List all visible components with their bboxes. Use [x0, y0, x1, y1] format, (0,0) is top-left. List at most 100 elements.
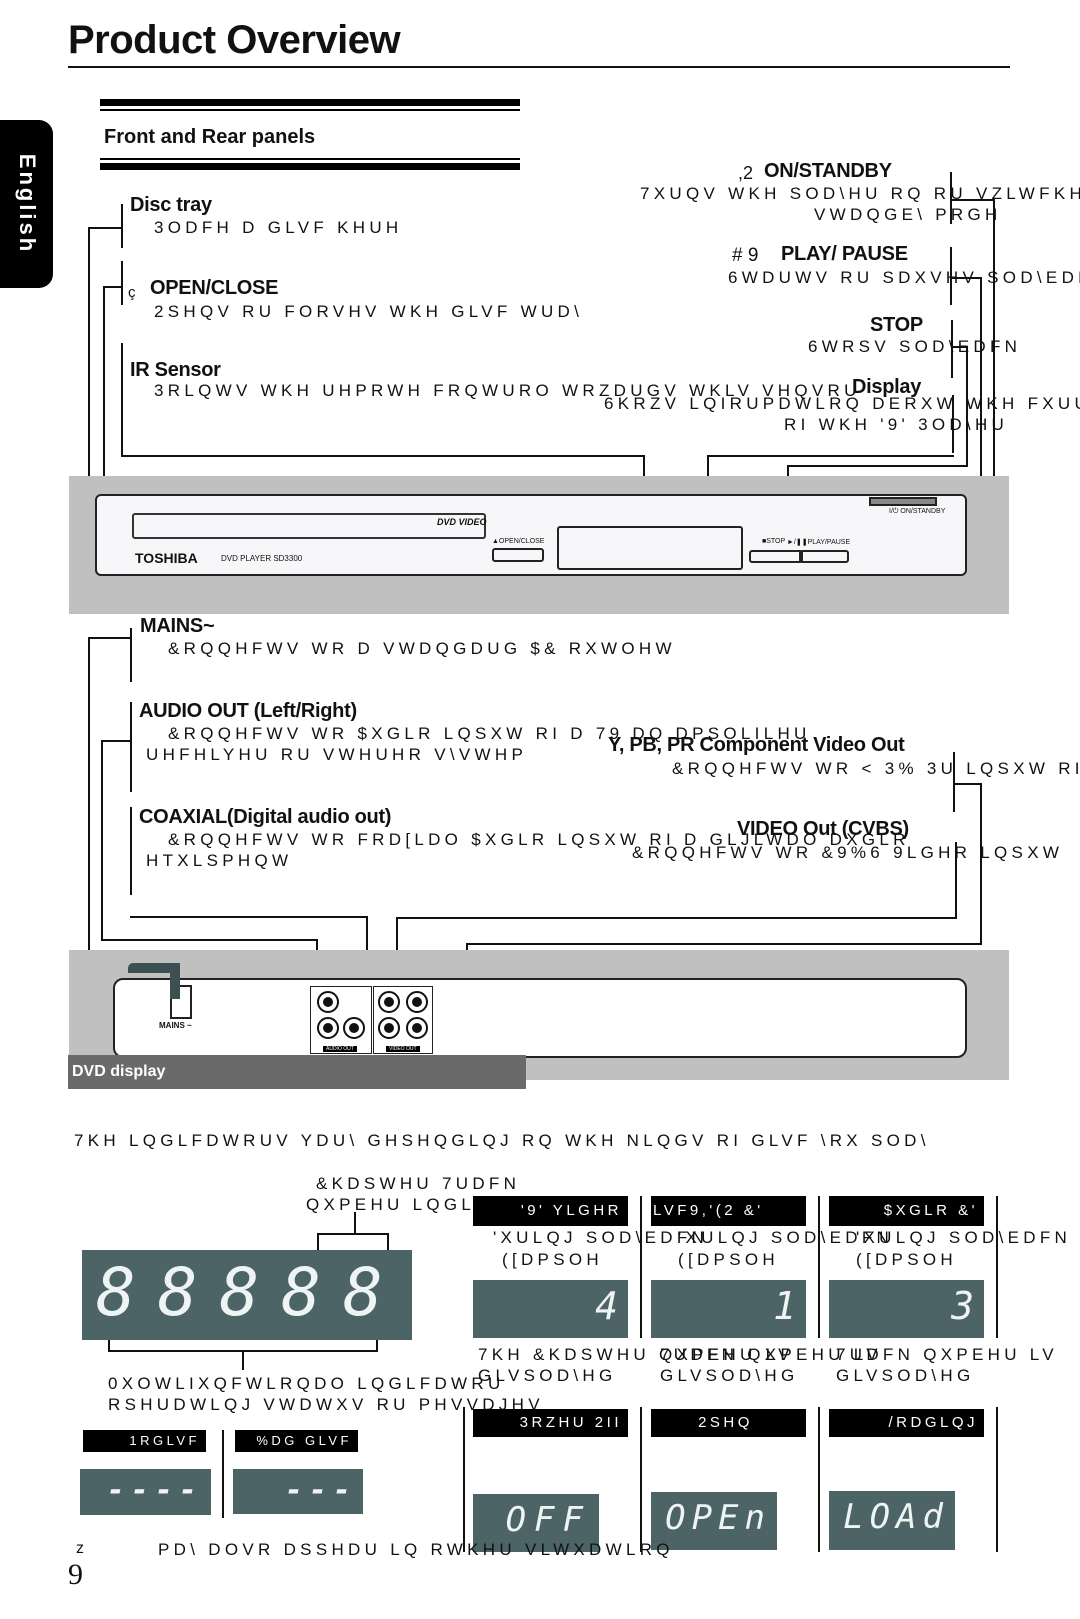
video-out-label: VIDEO OUT	[386, 1046, 420, 1052]
example-lcd-digits: 1	[773, 1284, 796, 1328]
divider	[222, 1430, 224, 1518]
callout-desc: VWDQGE\ PRGH	[814, 205, 1002, 224]
audio-out-group: AUDIO OUT	[310, 986, 372, 1054]
leader-line	[88, 637, 131, 639]
example-tag: '9' YLGHR	[473, 1196, 628, 1226]
divider	[463, 1407, 465, 1552]
video-jack[interactable]	[378, 991, 400, 1013]
callout-label: Disc tray	[130, 194, 212, 216]
bracket-line	[951, 320, 953, 378]
bracket-line	[317, 1233, 389, 1235]
multifunction-label: 0XOWLIXQFWLRQDO LQGLFDWRU	[108, 1374, 505, 1393]
play-pause-label: ►/❚❚PLAY/PAUSE	[787, 539, 851, 546]
status-lcd-digits: OPEn	[665, 1498, 771, 1538]
open-close-label: ▲OPEN/CLOSE	[492, 538, 545, 545]
leader-line	[993, 199, 995, 507]
language-tab: English	[0, 120, 53, 288]
callout-desc: 2SHQV RU FORVHV WKH GLVF WUD\	[154, 302, 584, 321]
example-note: GLVSOD\HG	[836, 1366, 975, 1385]
mains-label: MAINS ~	[159, 1021, 192, 1030]
leader-line	[130, 916, 368, 918]
leader-line	[396, 917, 957, 919]
callout-label: PLAY/ PAUSE	[781, 243, 908, 265]
leader-line	[707, 455, 954, 457]
divider	[996, 1407, 998, 1552]
leader-line	[951, 346, 967, 348]
callout-desc: RI WKH '9' 3OD\HU	[784, 415, 1009, 434]
status-lcd-digits: ----	[106, 1473, 203, 1508]
callout-desc: &RQQHFWV WR D VWDQGDUG $& RXWOHW	[168, 639, 676, 658]
section-top-bars	[100, 99, 520, 111]
callout-desc: HTXLSPHQW	[146, 851, 293, 870]
rear-panel: MAINS ~ AUDIO OUT VIDEO OUT	[113, 978, 967, 1058]
example-sub: ([DPSOH	[678, 1250, 779, 1269]
eject-glyph: ç	[128, 284, 136, 301]
play-pause-button[interactable]	[799, 550, 849, 563]
bracket-line	[354, 1212, 356, 1234]
example-sub: 'XULQJ SOD\EDFN	[856, 1228, 1072, 1247]
page-title: Product Overview	[68, 18, 401, 62]
example-lcd-digits: 3	[951, 1284, 974, 1328]
disc-tray[interactable]	[132, 513, 486, 539]
leader-line	[101, 939, 317, 941]
leader-line	[88, 227, 123, 229]
callout-desc: &RQQHFWV WR &9%6 9LGHR LQSXW	[632, 843, 1064, 862]
dvd-display-intro: 7KH LQGLFDWRUV YDU\ GHSHQGLQJ RQ WKH NLQ…	[74, 1131, 930, 1150]
leader-line	[466, 943, 982, 945]
status-tag: %DG GLVF	[235, 1430, 358, 1452]
coaxial-jack[interactable]	[343, 1017, 365, 1039]
title-rule	[68, 66, 1010, 68]
video-out-group: VIDEO OUT	[373, 986, 433, 1054]
callout-desc: 6KRZV LQIRUPDWLRQ DERXW WKH FXUUHQW	[604, 394, 1080, 413]
divider	[996, 1196, 998, 1338]
power-cord-plug	[170, 963, 180, 999]
status-tag: 1RGLVF	[83, 1430, 206, 1452]
leader-line	[121, 455, 644, 457]
example-lcd: 1	[651, 1280, 806, 1338]
status-tag: 3RZHU 2II	[473, 1409, 628, 1437]
callout-label: MAINS~	[140, 615, 215, 637]
footnote-marker: z	[76, 1540, 84, 1557]
divider	[818, 1196, 820, 1338]
pb-jack[interactable]	[406, 991, 428, 1013]
language-tab-label: English	[14, 153, 40, 255]
section-bottom-bars	[100, 158, 520, 170]
callout-label: ON/STANDBY	[764, 160, 892, 182]
audio-out-label: AUDIO OUT	[323, 1046, 357, 1052]
standby-button[interactable]	[869, 497, 937, 506]
main-lcd-digits: 88888	[96, 1254, 405, 1331]
audio-l-jack[interactable]	[317, 991, 339, 1013]
status-lcd: LOAd	[829, 1491, 955, 1550]
callout-desc: UHFHLYHU RU VWHUHR V\VWHP	[146, 745, 528, 764]
status-lcd-digits: OFF	[505, 1500, 591, 1540]
callout-label: VIDEO Out (CVBS)	[737, 818, 909, 840]
bracket-line	[121, 261, 123, 305]
open-close-button[interactable]	[492, 548, 544, 562]
callout-label: AUDIO OUT (Left/Right)	[139, 700, 357, 722]
stop-button[interactable]	[749, 550, 803, 563]
pr-jack[interactable]	[406, 1017, 428, 1039]
status-lcd-digits: ---	[284, 1473, 357, 1508]
leader-line	[88, 637, 90, 997]
play-pause-glyph: # 9	[732, 245, 759, 266]
example-tag: LVF9,'(2 &'	[651, 1196, 806, 1226]
footnote-text: PD\ DOVR DSSHDU LQ RWKHU VLWXDWLRQ	[158, 1540, 674, 1559]
display-window	[557, 526, 743, 570]
example-note: GLVSOD\HG	[478, 1366, 617, 1385]
leader-line	[950, 199, 994, 201]
leader-line	[953, 783, 981, 785]
example-tag: $XGLR &'	[829, 1196, 984, 1226]
divider	[818, 1407, 820, 1552]
leader-line	[980, 783, 982, 944]
y-jack[interactable]	[378, 1017, 400, 1039]
callout-desc: &RQQHFWV WR < 3% 3U LQSXW RI D 79	[672, 759, 1080, 778]
standby-label: I/⏻ ON/STANDBY	[889, 508, 946, 515]
bracket-line	[955, 842, 957, 917]
status-lcd: ---	[233, 1469, 363, 1514]
example-sub: ([DPSOH	[856, 1250, 957, 1269]
model-name: DVD PLAYER SD3300	[221, 554, 303, 563]
audio-r-jack[interactable]	[317, 1017, 339, 1039]
callout-desc: 6WDUWV RU SDXVHV SOD\EDFN	[728, 268, 1080, 287]
divider	[640, 1196, 642, 1338]
leader-line	[787, 465, 968, 467]
